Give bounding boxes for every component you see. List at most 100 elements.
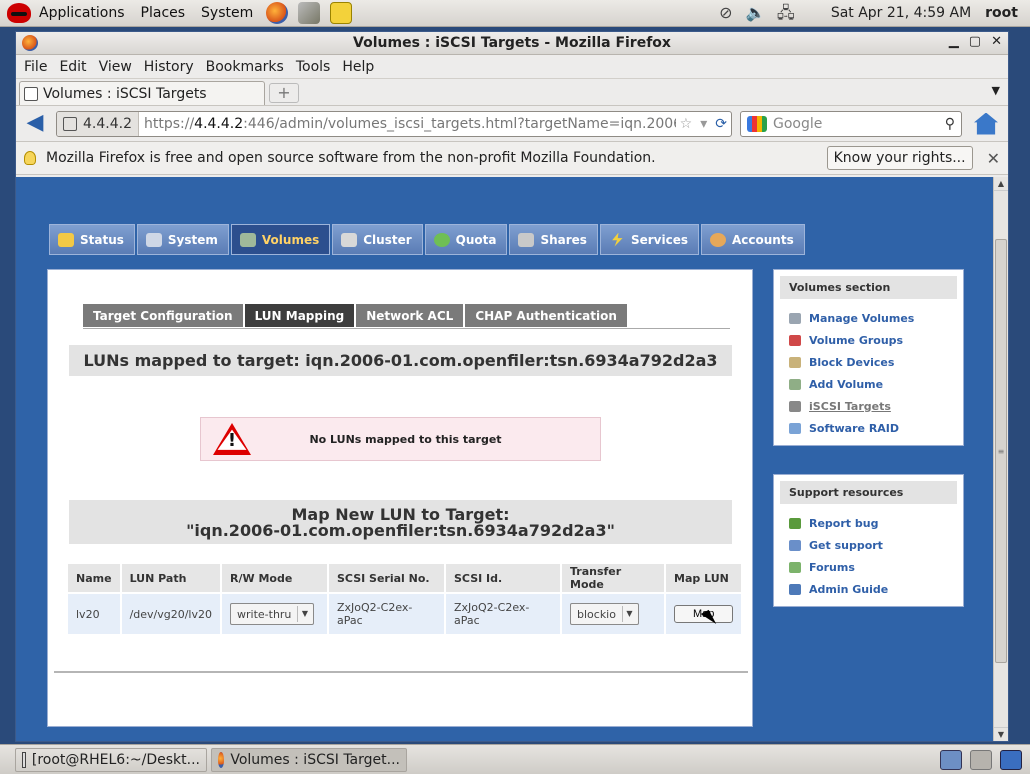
tab-system[interactable]: System xyxy=(136,224,229,255)
col-rw-mode: R/W Mode xyxy=(222,564,327,592)
sub-tabs: Target Configuration LUN Mapping Network… xyxy=(83,304,627,327)
minimize-icon[interactable]: ▁ xyxy=(949,34,959,49)
network-icon[interactable]: 🖧 xyxy=(775,3,797,23)
close-window-icon[interactable]: ✕ xyxy=(991,34,1002,49)
window-title: Volumes : iSCSI Targets - Mozilla Firefo… xyxy=(353,35,671,51)
scroll-down-icon[interactable]: ▼ xyxy=(994,727,1008,741)
bookmark-star-icon[interactable]: ☆ xyxy=(676,116,697,132)
sidebar-item-report-bug[interactable]: Report bug xyxy=(780,512,957,534)
support-resources-title: Support resources xyxy=(780,481,957,504)
home-icon[interactable] xyxy=(974,112,998,135)
subtab-divider xyxy=(83,328,730,329)
vertical-scrollbar[interactable]: ▲ ≡ ▼ xyxy=(993,177,1008,741)
mail-launcher-icon[interactable] xyxy=(298,2,321,24)
sidebar-item-volume-groups[interactable]: Volume Groups xyxy=(780,329,957,351)
tab-network-acl[interactable]: Network ACL xyxy=(356,304,464,327)
cell-lun-path: /dev/vg20/lv20 xyxy=(121,594,220,634)
sidebar-item-iscsi-targets[interactable]: iSCSI Targets xyxy=(780,395,957,417)
search-bar[interactable]: Google ⚲ xyxy=(740,110,962,137)
main-tabs: Status System Volumes Cluster Quota Shar… xyxy=(49,224,805,255)
workspace-2-icon[interactable] xyxy=(970,749,992,770)
maximize-icon[interactable]: ▢ xyxy=(969,34,981,49)
taskbar-item-firefox[interactable]: Volumes : iSCSI Target... xyxy=(211,747,407,772)
tab-accounts[interactable]: Accounts xyxy=(700,224,805,255)
map-heading-line2: "iqn.2006-01.com.openfiler:tsn.6934a792d… xyxy=(186,521,615,540)
col-name: Name xyxy=(68,564,120,592)
cell-scsi-id: ZxJoQ2-C2ex-aPac xyxy=(446,594,560,634)
menu-help[interactable]: Help xyxy=(336,59,380,75)
workspace-1-icon[interactable] xyxy=(940,749,962,770)
search-icon[interactable]: ⚲ xyxy=(945,116,955,132)
sidebar-item-admin-guide[interactable]: Admin Guide xyxy=(780,578,957,600)
url-text[interactable]: https://4.4.4.2:446/admin/volumes_iscsi_… xyxy=(139,116,676,132)
site-favicon-icon xyxy=(24,86,38,101)
firefox-launcher-icon[interactable] xyxy=(266,2,289,24)
browser-tab[interactable]: Volumes : iSCSI Targets xyxy=(19,81,265,105)
tab-target-configuration[interactable]: Target Configuration xyxy=(83,304,243,327)
user-menu[interactable]: root xyxy=(985,5,1018,21)
sidebar-item-manage-volumes[interactable]: Manage Volumes xyxy=(780,307,957,329)
cell-name: lv20 xyxy=(68,594,120,634)
tab-bar: Volumes : iSCSI Targets + ▼ xyxy=(16,79,1008,105)
menu-bookmarks[interactable]: Bookmarks xyxy=(200,59,290,75)
sidebar-item-block-devices[interactable]: Block Devices xyxy=(780,351,957,373)
luns-mapped-heading: LUNs mapped to target: iqn.2006-01.com.o… xyxy=(69,345,732,376)
browser-tab-title: Volumes : iSCSI Targets xyxy=(43,85,207,102)
menu-tools[interactable]: Tools xyxy=(290,59,337,75)
cell-transfer-mode: blockio ▼ xyxy=(562,594,664,634)
sidebar-item-get-support[interactable]: Get support xyxy=(780,534,957,556)
tab-lun-mapping[interactable]: LUN Mapping xyxy=(244,304,355,327)
rw-mode-select[interactable]: write-thru ▼ xyxy=(230,603,315,625)
volume-icon[interactable]: 🔈 xyxy=(745,3,767,23)
table-row: lv20 /dev/vg20/lv20 write-thru ▼ ZxJoQ2-C… xyxy=(68,594,742,634)
menu-history[interactable]: History xyxy=(138,59,200,75)
google-engine-icon[interactable] xyxy=(747,115,767,132)
menu-edit[interactable]: Edit xyxy=(53,59,92,75)
sidebar-item-software-raid[interactable]: Software RAID xyxy=(780,417,957,439)
network-monitor-icon[interactable]: ⊘ xyxy=(715,3,737,23)
iscsi-target-icon xyxy=(789,400,801,412)
support-resources-panel: Support resources Report bug Get support… xyxy=(773,474,964,607)
notes-launcher-icon[interactable] xyxy=(330,2,353,24)
site-identity-button[interactable]: 4.4.4.2 xyxy=(57,111,139,136)
reload-icon[interactable]: ⟳ xyxy=(711,116,731,132)
site-identity-icon xyxy=(63,116,77,131)
back-arrow-icon[interactable]: ◀ xyxy=(22,110,48,137)
menu-bar: File Edit View History Bookmarks Tools H… xyxy=(16,55,1008,79)
applications-menu[interactable]: Applications xyxy=(31,5,133,21)
tab-volumes[interactable]: Volumes xyxy=(230,224,331,255)
places-menu[interactable]: Places xyxy=(133,5,194,21)
tab-quota[interactable]: Quota xyxy=(424,224,508,255)
show-desktop-icon[interactable] xyxy=(1000,749,1022,770)
know-your-rights-button[interactable]: Know your rights... xyxy=(826,146,973,170)
tab-status[interactable]: Status xyxy=(49,224,135,255)
sidebar-item-add-volume[interactable]: Add Volume xyxy=(780,373,957,395)
url-dropdown-icon[interactable]: ▾ xyxy=(696,116,711,132)
accounts-icon xyxy=(709,232,726,247)
menu-view[interactable]: View xyxy=(93,59,138,75)
menu-file[interactable]: File xyxy=(18,59,53,75)
volumes-icon xyxy=(239,232,256,247)
redhat-logo-icon[interactable] xyxy=(7,3,31,23)
firefox-icon xyxy=(218,751,225,768)
new-tab-button[interactable]: + xyxy=(269,83,299,103)
tab-services[interactable]: Services xyxy=(599,224,699,255)
tab-shares[interactable]: Shares xyxy=(509,224,598,255)
close-notice-icon[interactable]: ✕ xyxy=(987,149,1000,168)
taskbar-item-terminal[interactable]: [root@RHEL6:~/Deskt... xyxy=(15,747,207,772)
sidebar-item-forums[interactable]: Forums xyxy=(780,556,957,578)
tab-cluster[interactable]: Cluster xyxy=(332,224,423,255)
tab-chap-authentication[interactable]: CHAP Authentication xyxy=(465,304,627,327)
transfer-mode-select[interactable]: blockio ▼ xyxy=(570,603,639,625)
scroll-up-icon[interactable]: ▲ xyxy=(994,177,1008,191)
terminal-icon xyxy=(22,751,26,768)
url-bar[interactable]: 4.4.4.2 https://4.4.4.2:446/admin/volume… xyxy=(56,110,732,137)
tab-list-chevron-icon[interactable]: ▼ xyxy=(992,84,1000,97)
system-icon xyxy=(145,232,162,247)
system-menu[interactable]: System xyxy=(193,5,261,21)
clock[interactable]: Sat Apr 21, 4:59 AM xyxy=(831,5,971,21)
scroll-thumb[interactable]: ≡ xyxy=(995,239,1007,663)
window-titlebar[interactable]: Volumes : iSCSI Targets - Mozilla Firefo… xyxy=(16,32,1008,55)
search-input[interactable]: Google xyxy=(773,116,822,132)
services-icon xyxy=(612,232,623,247)
